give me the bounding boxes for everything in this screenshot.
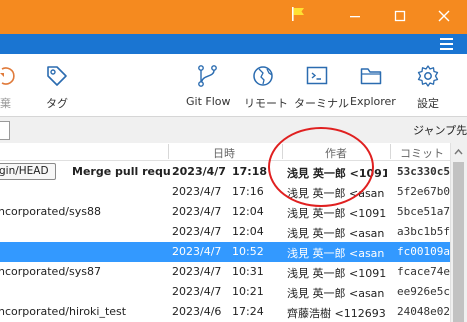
tag-label: タグ: [46, 97, 68, 110]
filter-row: [0, 117, 467, 144]
column-divider: [168, 144, 169, 159]
column-header-commit[interactable]: コミット: [400, 145, 444, 161]
column-header-date[interactable]: 日時: [213, 145, 235, 161]
commit-row[interactable]: ncorporated/sys87 2023/4/7 10:31 浅見 英一郎 <10…: [0, 262, 450, 282]
globe-icon[interactable]: [250, 63, 276, 89]
explorer-label: Explorer: [350, 95, 396, 108]
commit-time: 10:21: [232, 285, 264, 298]
git-flow-icon[interactable]: [195, 63, 221, 89]
commit-row[interactable]: gin/HEAD Merge pull requ 2023/4/7 17:18 浅見 英…: [0, 162, 450, 182]
flag-icon[interactable]: [289, 6, 307, 22]
jump-to-label: ジャンプ先:: [413, 124, 467, 137]
commit-date: 2023/4/7: [172, 285, 222, 298]
commit-date: 2023/4/7: [172, 205, 222, 218]
commit-time: 12:04: [232, 225, 264, 238]
tag-icon[interactable]: [44, 63, 70, 89]
commit-author: 浅見 英一郎 <asan: [287, 287, 385, 300]
commit-time: 10:52: [232, 245, 264, 258]
hamburger-menu-icon[interactable]: [440, 38, 453, 50]
commit-author: 齊藤浩樹 <112693: [287, 307, 386, 320]
commit-hash: fc00109a: [397, 245, 450, 258]
commit-author: 浅見 英一郎 <asan: [287, 247, 385, 260]
column-divider: [390, 144, 391, 159]
commit-hash: 5f2e67b0: [397, 185, 450, 198]
commit-hash: 53c330c5: [397, 165, 450, 178]
commit-row[interactable]: 2023/4/7 12:04 浅見 英一郎 <asan a3bc1b5f: [0, 222, 450, 242]
git-flow-label: Git Flow: [186, 95, 231, 108]
commit-message: Merge pull requ: [72, 165, 171, 178]
scroll-up-icon[interactable]: [452, 146, 465, 158]
commit-message: ncorporated/hiroki_test: [0, 305, 127, 318]
commit-row[interactable]: ncorporated/hiroki_test 2023/4/6 17:24 齊藤浩樹…: [0, 302, 450, 322]
commit-author: 浅見 英一郎 <1091: [287, 207, 387, 220]
folder-icon[interactable]: [358, 63, 384, 89]
discard-label: 棄: [0, 97, 11, 110]
commit-time: 17:18: [232, 165, 268, 178]
annotation-circle: [268, 127, 374, 207]
commit-author: 浅見 英一郎 <1091: [287, 267, 387, 280]
terminal-label: ターミナル: [294, 97, 349, 110]
branch-filter-dropdown[interactable]: [0, 121, 10, 140]
branch-label[interactable]: gin/HEAD: [0, 163, 56, 180]
commit-time: 10:31: [232, 265, 264, 278]
menu-strip: [0, 34, 467, 54]
commit-hash: a3bc1b5f: [397, 225, 450, 238]
commit-row[interactable]: 2023/4/7 17:16 浅見 英一郎 <asan 5f2e67b0: [0, 182, 450, 202]
commit-date: 2023/4/7: [172, 265, 222, 278]
scrollbar-thumb[interactable]: [453, 162, 464, 322]
commit-hash: 24048e02: [397, 305, 450, 318]
commit-row[interactable]: 2023/4/7 10:21 浅見 英一郎 <asan ee926e5c: [0, 282, 450, 302]
commit-row[interactable]: ncorporated/sys88 2023/4/7 12:04 浅見 英一郎 <10…: [0, 202, 450, 222]
maximize-icon[interactable]: [392, 8, 408, 24]
close-icon[interactable]: [436, 8, 452, 24]
commit-message: ncorporated/sys88: [0, 205, 101, 218]
terminal-icon[interactable]: [304, 63, 330, 89]
discard-icon[interactable]: [0, 63, 20, 89]
commit-author: 浅見 英一郎 <asan: [287, 227, 385, 240]
commit-date: 2023/4/7: [172, 165, 226, 178]
commit-date: 2023/4/7: [172, 185, 222, 198]
remote-label: リモート: [244, 97, 288, 110]
commit-hash: 5bce51a7: [397, 205, 450, 218]
toolbar: 棄 タグ Git Flow リモート ターミナル Explorer 設定: [0, 54, 467, 117]
commit-date: 2023/4/6: [172, 305, 222, 318]
commit-time: 17:24: [232, 305, 264, 318]
commit-date: 2023/4/7: [172, 225, 222, 238]
commit-message: ncorporated/sys87: [0, 265, 101, 278]
commit-date: 2023/4/7: [172, 245, 222, 258]
minimize-icon[interactable]: [347, 8, 363, 24]
commit-hash: ee926e5c: [397, 285, 450, 298]
commit-time: 12:04: [232, 205, 264, 218]
commit-time: 17:16: [232, 185, 264, 198]
commit-hash: fcace74e: [397, 265, 450, 278]
commit-row[interactable]: 2023/4/7 10:52 浅見 英一郎 <asan fc00109a: [0, 242, 450, 262]
gear-icon[interactable]: [415, 63, 441, 89]
settings-label: 設定: [417, 97, 439, 110]
